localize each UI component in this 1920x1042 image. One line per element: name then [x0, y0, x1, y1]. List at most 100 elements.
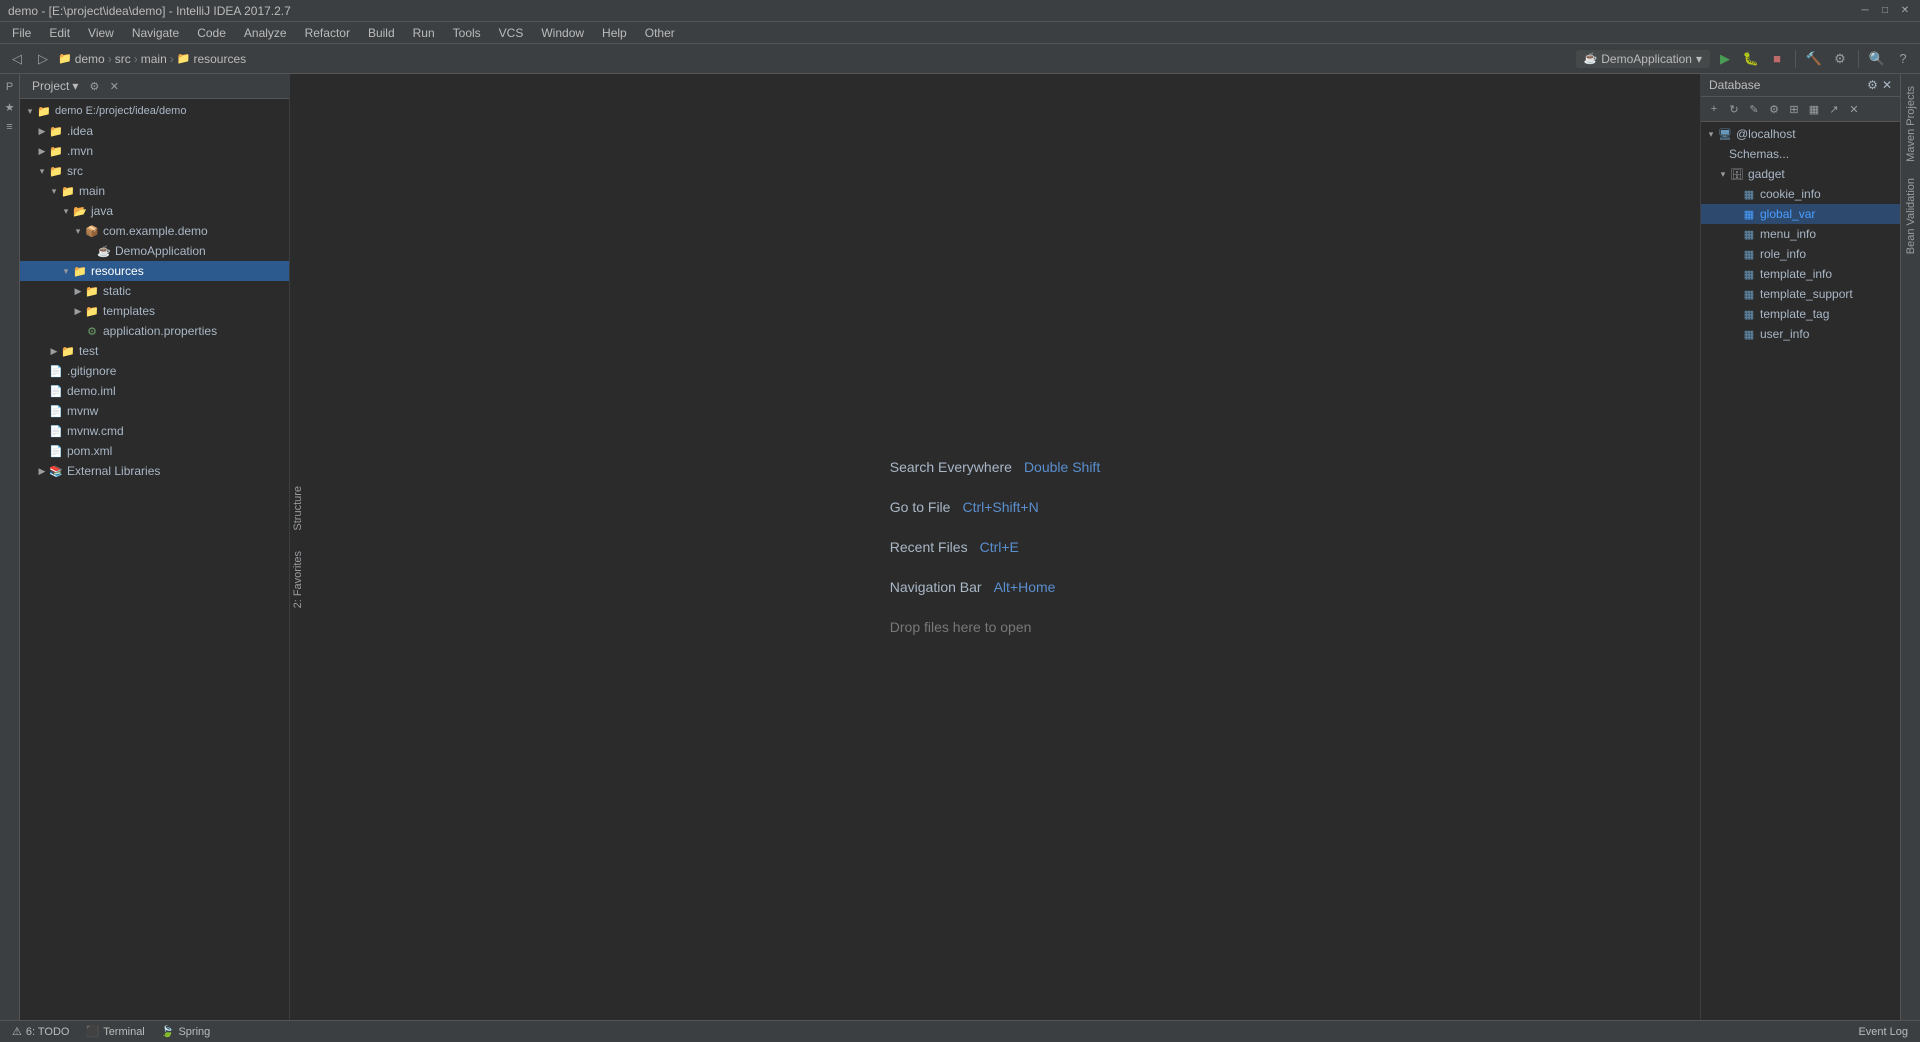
- search-everywhere-button[interactable]: 🔍: [1866, 48, 1888, 70]
- stop-button[interactable]: ■: [1766, 48, 1788, 70]
- maven-projects-tab[interactable]: Maven Projects: [1903, 78, 1919, 170]
- tree-item-idea[interactable]: ▶📁.idea: [20, 121, 289, 141]
- tree-item-.gitignore[interactable]: 📄.gitignore: [20, 361, 289, 381]
- build-button[interactable]: 🔨: [1803, 48, 1825, 70]
- tree-item-mvn[interactable]: ▶📁.mvn: [20, 141, 289, 161]
- structure-tab[interactable]: Structure: [290, 480, 306, 537]
- tree-item-demo.iml[interactable]: 📄demo.iml: [20, 381, 289, 401]
- menu-item-build[interactable]: Build: [360, 24, 403, 42]
- status-terminal[interactable]: ⬛ Terminal: [81, 1021, 148, 1042]
- mvnw.cmd-icon: 📄: [48, 423, 64, 439]
- project-dropdown[interactable]: Project ▾: [28, 79, 82, 93]
- database-panel-header: Database ⚙ ✕: [1701, 74, 1900, 97]
- menu-item-edit[interactable]: Edit: [41, 24, 78, 42]
- go-to-file-hint: Go to File Ctrl+Shift+N: [890, 499, 1100, 515]
- menu-item-code[interactable]: Code: [189, 24, 234, 42]
- menu-item-tools[interactable]: Tools: [445, 24, 489, 42]
- project-settings-icon[interactable]: ⚙: [86, 78, 102, 94]
- run-button[interactable]: ▶: [1714, 48, 1736, 70]
- java-icon: 📂: [72, 203, 88, 219]
- db-hide-icon[interactable]: ✕: [1882, 78, 1892, 92]
- db-export-btn[interactable]: ↗: [1825, 100, 1843, 118]
- back-button[interactable]: ◁: [6, 48, 28, 70]
- menu_info-db-icon: ▦: [1741, 226, 1757, 242]
- tree-item-application.properties[interactable]: ⚙application.properties: [20, 321, 289, 341]
- db-refresh-btn[interactable]: ↻: [1725, 100, 1743, 118]
- tree-item-DemoApplication[interactable]: ☕DemoApplication: [20, 241, 289, 261]
- menu-item-help[interactable]: Help: [594, 24, 635, 42]
- help-button[interactable]: ?: [1892, 48, 1914, 70]
- favorites-toggle[interactable]: ★: [1, 98, 19, 116]
- debug-button[interactable]: 🐛: [1740, 48, 1762, 70]
- menu-item-vcs[interactable]: VCS: [491, 24, 532, 42]
- settings-button[interactable]: ⚙: [1829, 48, 1851, 70]
- tree-item-mvnw[interactable]: 📄mvnw: [20, 401, 289, 421]
- breadcrumb: 📁 demo › src › main › 📁 resources: [58, 52, 246, 66]
- db-tree-item-template_support[interactable]: ▦template_support: [1701, 284, 1900, 304]
- tree-item-src[interactable]: ▾📁src: [20, 161, 289, 181]
- db-tree-item-role_info[interactable]: ▦role_info: [1701, 244, 1900, 264]
- db-tree-item-global_var[interactable]: ▦global_var: [1701, 204, 1900, 224]
- favorites-tab[interactable]: 2: Favorites: [290, 545, 306, 614]
- menu-item-navigate[interactable]: Navigate: [124, 24, 187, 42]
- breadcrumb-project[interactable]: 📁 demo: [58, 52, 105, 66]
- title-bar: demo - [E:\project\idea\demo] - IntelliJ…: [0, 0, 1920, 22]
- db-table-btn[interactable]: ▦: [1805, 100, 1823, 118]
- tree-item-ExternalLibraries[interactable]: ▶📚External Libraries: [20, 461, 289, 481]
- tree-item-java[interactable]: ▾📂java: [20, 201, 289, 221]
- menu-item-other[interactable]: Other: [637, 24, 683, 42]
- project-panel-toggle[interactable]: P: [1, 78, 19, 96]
- db-grid-btn[interactable]: ⊞: [1785, 100, 1803, 118]
- bean-validation-tab[interactable]: Bean Validation: [1903, 170, 1919, 262]
- tree-item-templates[interactable]: ▶📁templates: [20, 301, 289, 321]
- tree-item-mvnw.cmd[interactable]: 📄mvnw.cmd: [20, 421, 289, 441]
- structure-toggle[interactable]: ≡: [1, 118, 19, 136]
- db-tree-item-localhost[interactable]: ▾🖥@localhost: [1701, 124, 1900, 144]
- demo.iml-icon: 📄: [48, 383, 64, 399]
- menu-item-analyze[interactable]: Analyze: [236, 24, 295, 42]
- test-icon: 📁: [60, 343, 76, 359]
- db-tree-item-gadget[interactable]: ▾🗄gadget: [1701, 164, 1900, 184]
- menu-item-window[interactable]: Window: [533, 24, 592, 42]
- menu-item-view[interactable]: View: [80, 24, 122, 42]
- minimize-button[interactable]: ─: [1858, 4, 1872, 18]
- menu-item-refactor[interactable]: Refactor: [297, 24, 358, 42]
- status-spring[interactable]: 🍃 Spring: [157, 1021, 215, 1042]
- db-close-btn[interactable]: ✕: [1845, 100, 1863, 118]
- breadcrumb-resources[interactable]: 📁 resources: [177, 52, 246, 66]
- tree-item-resources[interactable]: ▾📁resources: [20, 261, 289, 281]
- menu-item-file[interactable]: File: [4, 24, 39, 42]
- db-settings-icon[interactable]: ⚙: [1867, 78, 1878, 92]
- db-tree-item-template_info[interactable]: ▦template_info: [1701, 264, 1900, 284]
- db-edit-btn[interactable]: ✎: [1745, 100, 1763, 118]
- tree-item-pom.xml[interactable]: 📄pom.xml: [20, 441, 289, 461]
- mvn-icon: 📁: [48, 143, 64, 159]
- toolbar: ◁ ▷ 📁 demo › src › main › 📁 resources ☕ …: [0, 44, 1920, 74]
- drop-files-hint: Drop files here to open: [890, 619, 1100, 635]
- tree-item-static[interactable]: ▶📁static: [20, 281, 289, 301]
- tree-item-test[interactable]: ▶📁test: [20, 341, 289, 361]
- project-hide-icon[interactable]: ✕: [106, 78, 122, 94]
- db-tree-item-menu_info[interactable]: ▦menu_info: [1701, 224, 1900, 244]
- breadcrumb-src[interactable]: src: [115, 52, 131, 66]
- menu-item-run[interactable]: Run: [405, 24, 443, 42]
- status-todo[interactable]: ⚠ 6: TODO: [8, 1021, 73, 1042]
- breadcrumb-main[interactable]: main: [141, 52, 167, 66]
- db-tree-item-cookie_info[interactable]: ▦cookie_info: [1701, 184, 1900, 204]
- db-tree-item-template_tag[interactable]: ▦template_tag: [1701, 304, 1900, 324]
- tree-item-demo[interactable]: ▾📁demo E:/project/idea/demo: [20, 101, 289, 121]
- tree-item-main[interactable]: ▾📁main: [20, 181, 289, 201]
- db-tree-item-user_info[interactable]: ▦user_info: [1701, 324, 1900, 344]
- close-button[interactable]: ✕: [1898, 4, 1912, 18]
- role_info-db-icon: ▦: [1741, 246, 1757, 262]
- templates-icon: 📁: [84, 303, 100, 319]
- db-settings-btn[interactable]: ⚙: [1765, 100, 1783, 118]
- resources-icon: 📁: [72, 263, 88, 279]
- run-config-selector[interactable]: ☕ DemoApplication ▾: [1576, 50, 1710, 68]
- db-tree-item-schemas[interactable]: Schemas...: [1701, 144, 1900, 164]
- tree-item-com.example.demo[interactable]: ▾📦com.example.demo: [20, 221, 289, 241]
- db-add-btn[interactable]: +: [1705, 100, 1723, 118]
- maximize-button[interactable]: □: [1878, 4, 1892, 18]
- status-event-log[interactable]: Event Log: [1854, 1026, 1912, 1038]
- forward-button[interactable]: ▷: [32, 48, 54, 70]
